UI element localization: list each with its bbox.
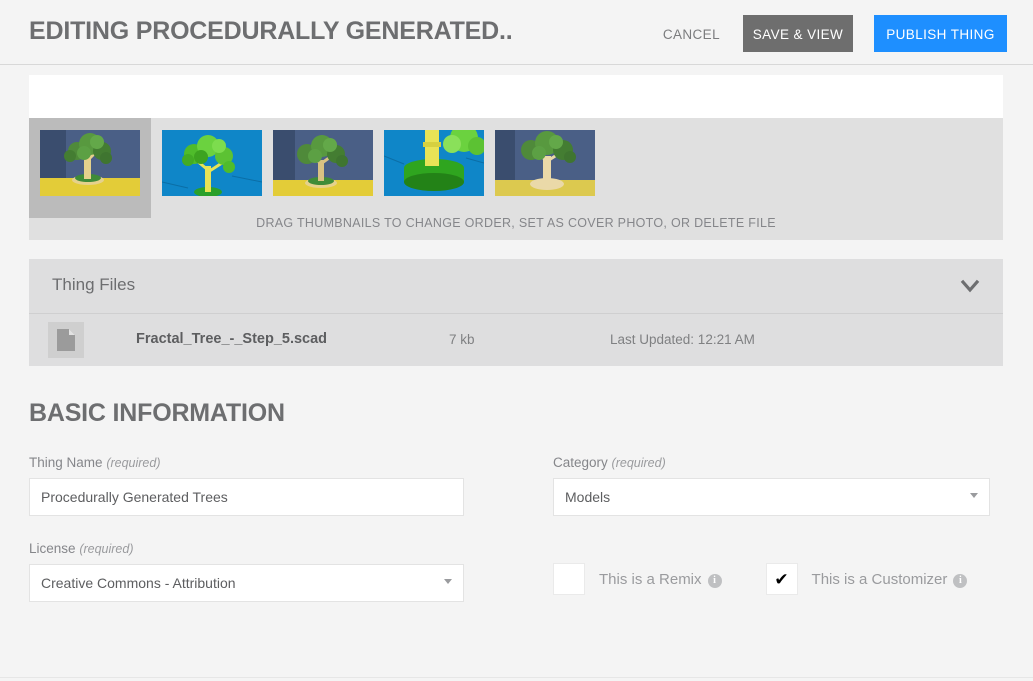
thing-files-header[interactable]: Thing Files [29, 259, 1003, 314]
thumbnail-image-2 [162, 130, 262, 196]
license-field: License (required) Creative Commons - At… [29, 541, 464, 602]
thumbnail-image-5 [495, 130, 595, 196]
customizer-checkbox[interactable]: ✔ [765, 563, 798, 595]
save-and-view-button[interactable]: SAVE & VIEW [743, 15, 853, 52]
gallery-thumbnail-2[interactable] [162, 130, 262, 196]
license-label-text: License [29, 541, 76, 556]
thing-files-title: Thing Files [52, 275, 136, 294]
customizer-checkbox-group: ✔ This is a Customizer i [765, 563, 968, 595]
thing-name-required-note: (required) [106, 456, 161, 470]
thing-name-field: Thing Name (required) [29, 455, 464, 516]
chevron-down-icon[interactable] [959, 275, 981, 297]
category-required-note: (required) [611, 456, 666, 470]
thing-name-input[interactable] [29, 478, 464, 516]
gallery-thumbnail-5[interactable] [495, 130, 595, 196]
thumbnail-strip [29, 118, 595, 218]
gallery-panel: DRAG THUMBNAILS TO CHANGE ORDER, SET AS … [29, 118, 1003, 240]
page-title: EDITING PROCEDURALLY GENERATED.. [29, 17, 513, 45]
remix-checkbox-label: This is a Remix i [599, 571, 722, 588]
category-field: Category (required) Models [553, 455, 990, 516]
customizer-checkbox-label: This is a Customizer i [812, 571, 968, 588]
gallery-upload-area[interactable] [29, 75, 1003, 118]
remix-label-text: This is a Remix [599, 570, 702, 588]
license-select-wrap: Creative Commons - Attribution [29, 564, 464, 602]
license-label: License (required) [29, 541, 464, 556]
category-select[interactable]: Models [553, 478, 990, 516]
file-icon [48, 322, 84, 358]
thing-files-panel: Thing Files Fractal_Tree_-_Step_5.scad 7… [29, 259, 1003, 366]
gallery-caption: DRAG THUMBNAILS TO CHANGE ORDER, SET AS … [256, 216, 776, 230]
thumbnail-image-3 [273, 130, 373, 196]
category-label-text: Category [553, 455, 608, 470]
file-size: 7 kb [449, 332, 475, 347]
basic-information-heading: BASIC INFORMATION [29, 399, 285, 427]
file-name: Fractal_Tree_-_Step_5.scad [136, 331, 328, 347]
header-actions: CANCEL SAVE & VIEW PUBLISH THING [663, 15, 1007, 52]
category-select-wrap: Models [553, 478, 990, 516]
gallery-thumbnail-1[interactable] [29, 118, 151, 218]
file-last-updated: Last Updated: 12:21 AM [610, 332, 755, 347]
cancel-button[interactable]: CANCEL [663, 27, 720, 42]
thumbnail-image-4 [384, 130, 484, 196]
license-select[interactable]: Creative Commons - Attribution [29, 564, 464, 602]
thumbnail-image-1 [40, 130, 140, 196]
gallery-thumbnail-4[interactable] [384, 130, 484, 196]
thing-name-label: Thing Name (required) [29, 455, 464, 470]
remix-checkbox-group: This is a Remix i [553, 563, 722, 595]
category-label: Category (required) [553, 455, 990, 470]
thing-name-label-text: Thing Name [29, 455, 103, 470]
gallery-thumbnail-3[interactable] [273, 130, 373, 196]
info-icon[interactable]: i [953, 573, 968, 588]
flags-row: This is a Remix i ✔ This is a Customizer i [553, 563, 968, 595]
table-row[interactable]: Fractal_Tree_-_Step_5.scad 7 kb Last Upd… [29, 314, 1003, 366]
remix-checkbox[interactable] [553, 563, 585, 595]
info-icon[interactable]: i [707, 573, 722, 588]
page-bottom-divider [0, 677, 1033, 678]
customizer-label-text: This is a Customizer [811, 570, 948, 588]
license-required-note: (required) [79, 542, 134, 556]
page-header: EDITING PROCEDURALLY GENERATED.. CANCEL … [0, 0, 1033, 65]
publish-thing-button[interactable]: PUBLISH THING [874, 15, 1007, 52]
